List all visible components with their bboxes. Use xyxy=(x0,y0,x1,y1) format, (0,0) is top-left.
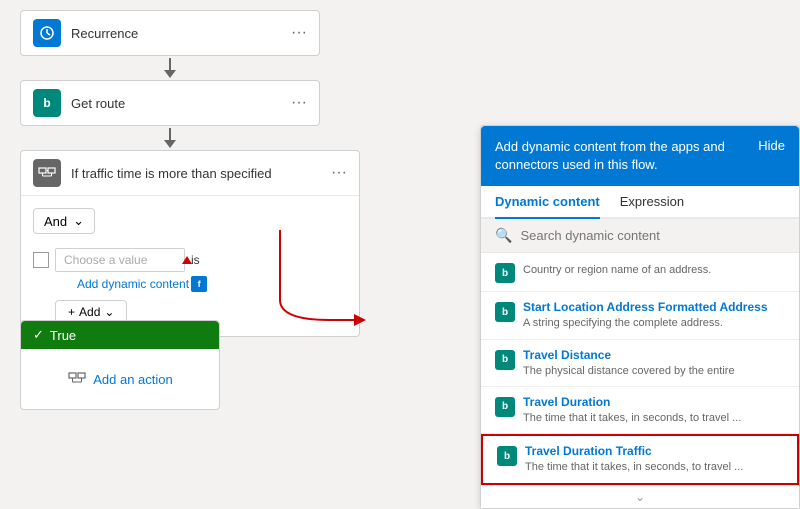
add-plus: + xyxy=(68,305,75,319)
search-icon: 🔍 xyxy=(495,227,512,244)
scroll-indicator: ⌄ xyxy=(481,485,799,508)
scroll-arrow-down: ⌄ xyxy=(635,490,645,504)
panel-search-bar: 🔍 xyxy=(481,219,799,253)
add-action-icon xyxy=(67,369,87,389)
item-title: Travel Distance xyxy=(523,348,785,362)
bing-icon-item: b xyxy=(495,397,515,417)
item-desc: Country or region name of an address. xyxy=(523,263,785,277)
true-header: ✓ True xyxy=(21,321,219,349)
condition-block: If traffic time is more than specified ·… xyxy=(20,150,360,337)
item-title: Travel Duration xyxy=(523,395,785,409)
tab-expression[interactable]: Expression xyxy=(620,186,684,217)
value-arrow xyxy=(182,256,192,264)
item-title: Travel Duration Traffic xyxy=(525,444,783,458)
connector-line-2 xyxy=(169,128,171,140)
bing-icon-item: b xyxy=(495,350,515,370)
panel-tabs: Dynamic content Expression xyxy=(481,186,799,219)
item-desc: A string specifying the complete address… xyxy=(523,316,785,330)
true-label: True xyxy=(50,328,76,343)
bing-icon-item: b xyxy=(495,263,515,283)
connector-line-1 xyxy=(169,58,171,70)
panel-header: Add dynamic content from the apps and co… xyxy=(481,126,799,186)
item-desc: The physical distance covered by the ent… xyxy=(523,364,785,378)
bing-icon-item: b xyxy=(497,446,517,466)
search-input[interactable] xyxy=(520,228,785,243)
hide-link[interactable]: Hide xyxy=(758,138,785,153)
add-dynamic-label: Add dynamic content xyxy=(77,277,189,291)
list-item[interactable]: b Country or region name of an address. xyxy=(481,253,799,292)
bing-icon-1: b xyxy=(33,89,61,117)
add-action-label: Add an action xyxy=(93,372,173,387)
bing-icon-item: b xyxy=(495,302,515,322)
add-action-button[interactable]: Add an action xyxy=(67,369,173,389)
panel-items-list: b Country or region name of an address. … xyxy=(481,253,799,484)
item-title: Start Location Address Formatted Address xyxy=(523,300,785,314)
condition-checkbox[interactable] xyxy=(33,252,49,268)
item-desc: The time that it takes, in seconds, to t… xyxy=(525,460,783,474)
panel-header-text: Add dynamic content from the apps and co… xyxy=(495,138,748,174)
choose-value-input[interactable]: Choose a value xyxy=(55,248,185,272)
and-dropdown[interactable]: And ⌄ xyxy=(33,208,95,234)
add-label: Add xyxy=(79,305,100,319)
list-item-selected[interactable]: b Travel Duration Traffic The time that … xyxy=(481,434,799,484)
and-label: And xyxy=(44,214,67,229)
condition-more[interactable]: ··· xyxy=(331,164,347,182)
list-item[interactable]: b Start Location Address Formatted Addre… xyxy=(481,292,799,339)
true-block: ✓ True Add an action xyxy=(20,320,220,410)
add-chevron: ⌄ xyxy=(104,305,114,319)
connector-arrow-2 xyxy=(164,140,176,148)
item-desc: The time that it takes, in seconds, to t… xyxy=(523,411,785,425)
dynamic-content-panel: Add dynamic content from the apps and co… xyxy=(480,125,800,509)
recurrence-block: Recurrence ··· xyxy=(20,10,320,56)
and-chevron: ⌄ xyxy=(73,213,84,229)
dynamic-content-icon: f xyxy=(191,276,207,292)
add-dynamic-content-link[interactable]: Add dynamic content f xyxy=(77,276,347,292)
list-item[interactable]: b Travel Duration The time that it takes… xyxy=(481,387,799,434)
condition-header: If traffic time is more than specified ·… xyxy=(21,151,359,196)
connector-arrow-1 xyxy=(164,70,176,78)
tab-dynamic-content[interactable]: Dynamic content xyxy=(495,186,600,219)
get-route-title: Get route xyxy=(71,96,291,111)
condition-icon xyxy=(33,159,61,187)
condition-title: If traffic time is more than specified xyxy=(71,166,331,181)
get-route-block: b Get route ··· xyxy=(20,80,320,126)
recurrence-title: Recurrence xyxy=(71,26,291,41)
recurrence-more[interactable]: ··· xyxy=(291,24,307,42)
get-route-more[interactable]: ··· xyxy=(291,94,307,112)
is-label: is xyxy=(191,253,200,267)
check-mark: ✓ xyxy=(33,327,44,343)
list-item[interactable]: b Travel Distance The physical distance … xyxy=(481,340,799,387)
choose-value-placeholder: Choose a value xyxy=(64,253,147,267)
clock-icon xyxy=(33,19,61,47)
